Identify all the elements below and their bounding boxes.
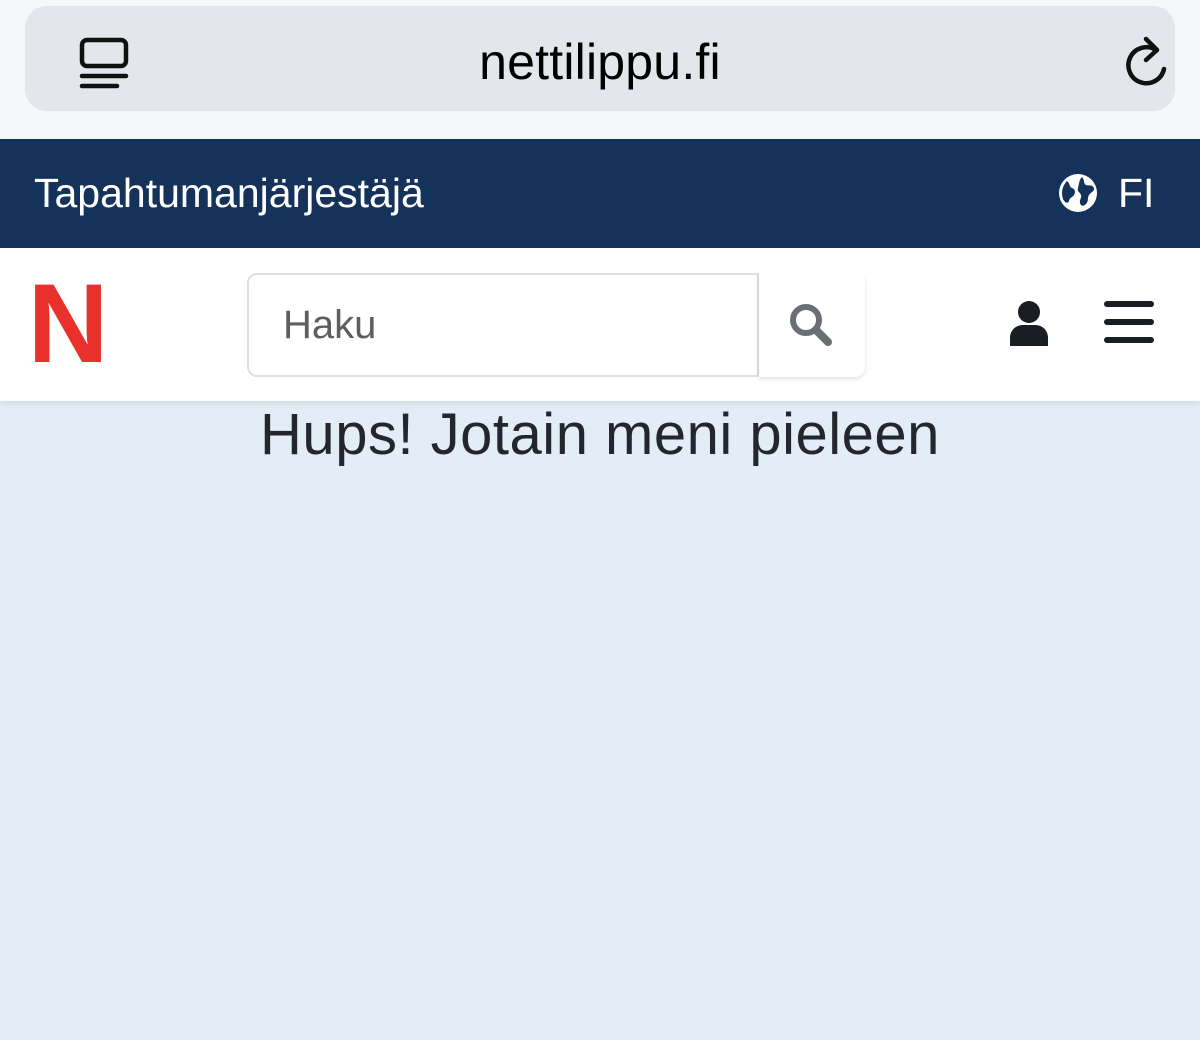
user-icon[interactable]	[1008, 300, 1050, 346]
search-group	[247, 273, 865, 377]
logo-letter: N	[30, 274, 106, 370]
hamburger-menu-icon[interactable]	[1104, 300, 1154, 344]
top-bar: Tapahtumanjärjestäjä FI	[0, 139, 1200, 248]
url-text[interactable]: nettilippu.fi	[25, 33, 1175, 91]
address-bar[interactable]: nettilippu.fi	[25, 6, 1175, 111]
error-title: Hups! Jotain meni pieleen	[260, 402, 940, 467]
browser-toolbar: nettilippu.fi	[0, 0, 1200, 139]
reload-icon[interactable]	[1120, 33, 1176, 93]
globe-icon[interactable]	[1058, 173, 1098, 213]
main-content: Hups! Jotain meni pieleen	[0, 401, 1200, 1040]
language-selector[interactable]: FI	[1118, 170, 1154, 217]
nettilippu-logo[interactable]: N	[28, 261, 109, 386]
site-header: N	[0, 248, 1200, 401]
search-icon	[790, 304, 832, 346]
organizer-link[interactable]: Tapahtumanjärjestäjä	[34, 170, 424, 217]
search-button[interactable]	[759, 273, 865, 377]
search-input[interactable]	[247, 273, 759, 377]
